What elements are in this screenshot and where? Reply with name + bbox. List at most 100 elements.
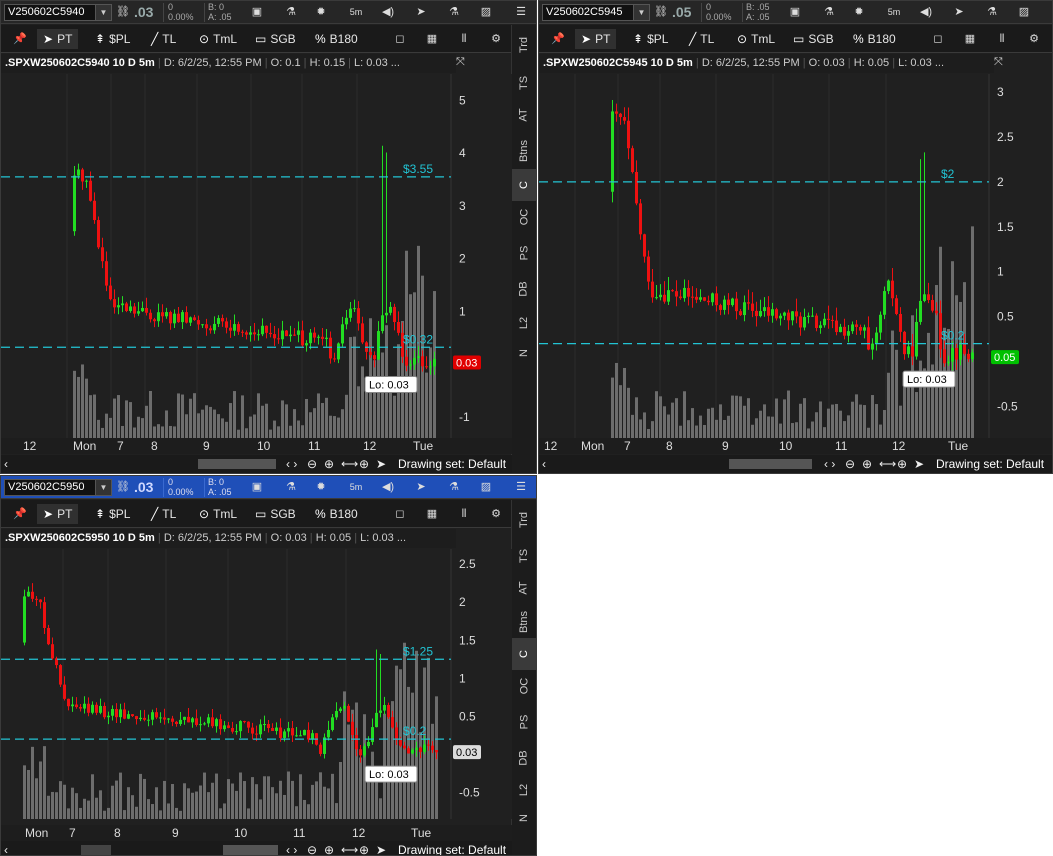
zoom-in-icon[interactable]: ⊕ <box>324 841 334 855</box>
bars-icon[interactable]: ⦀ <box>991 29 1013 49</box>
cursor-mode-icon[interactable]: ➤ <box>914 455 924 473</box>
fit-icon[interactable]: ⟷ <box>341 455 358 473</box>
side-tab-ps[interactable]: PS <box>512 237 536 269</box>
expand-icon[interactable]: ⤧ <box>456 56 465 69</box>
menu-icon[interactable]: ☰ <box>511 479 531 496</box>
trendline-tool[interactable]: ╱ TL <box>151 29 176 49</box>
side-tab-btns[interactable]: Btns <box>512 606 536 638</box>
side-tab-n[interactable]: N <box>512 802 536 834</box>
gear-icon[interactable]: ✹ <box>849 4 869 21</box>
pattern-icon[interactable]: ▨ <box>476 4 496 21</box>
info-more[interactable]: ... <box>935 57 944 69</box>
crosshair-icon[interactable]: ⊕ <box>897 455 907 473</box>
info-more[interactable]: ... <box>397 532 406 544</box>
sound-icon[interactable]: ◀) <box>378 4 398 21</box>
settings-icon[interactable]: ⚙ <box>1023 29 1045 49</box>
scroll-arrows[interactable]: ‹ › <box>286 455 297 473</box>
study-flask-icon[interactable]: ⚗ <box>444 4 464 21</box>
timeframe-button[interactable]: 5m <box>882 4 906 21</box>
menu-icon[interactable]: ☰ <box>511 4 531 21</box>
scroll-left-icon[interactable]: ‹ <box>4 841 8 855</box>
zoom-out-icon[interactable]: ⊖ <box>307 841 317 855</box>
pl-tool[interactable]: ⇞ $PL <box>633 29 668 49</box>
timeframe-button[interactable]: 5m <box>344 479 368 496</box>
sound-icon[interactable]: ◀) <box>378 479 398 496</box>
symbol-field[interactable]: V250602C5950 ▼ <box>4 479 112 496</box>
fit-icon[interactable]: ⟷ <box>341 841 358 855</box>
cursor-icon[interactable]: ➤ <box>411 479 431 496</box>
symbol-dropdown-icon[interactable]: ▼ <box>95 480 111 495</box>
side-tab-btns[interactable]: Btns <box>512 135 536 167</box>
scroll-arrows[interactable]: ‹ › <box>286 841 297 855</box>
scroll-thumb[interactable] <box>729 459 812 469</box>
news-icon[interactable]: ▣ <box>247 4 267 21</box>
side-tab-c[interactable]: C <box>512 169 536 201</box>
news-icon[interactable]: ▣ <box>785 4 805 21</box>
drawing-set[interactable]: Drawing set: Default <box>398 455 506 473</box>
gear-icon[interactable]: ✹ <box>311 4 331 21</box>
side-tab-ps[interactable]: PS <box>512 706 536 738</box>
pointer-tool[interactable]: ➤ PT <box>37 29 79 49</box>
scroll-left-icon[interactable]: ‹ <box>542 455 546 473</box>
link-icon[interactable]: ⛓ <box>116 4 130 21</box>
square-icon[interactable]: ◻ <box>927 29 949 49</box>
drawing-set[interactable]: Drawing set: Default <box>936 455 1044 473</box>
sgb-tool[interactable]: ▭ SGB <box>255 504 296 524</box>
side-tab-c[interactable]: C <box>512 638 536 670</box>
pl-tool[interactable]: ⇞ $PL <box>95 504 130 524</box>
zoom-in-icon[interactable]: ⊕ <box>324 455 334 473</box>
price-chart[interactable]: $1.25 $0.2 2.5 2 1.5 1 0.5 -0.5 0.03 Lo: 0.03 <box>1 549 512 819</box>
symbol-field[interactable]: V250602C5945 ▼ <box>542 4 650 21</box>
study-flask-icon[interactable]: ⚗ <box>444 479 464 496</box>
side-tab-n[interactable]: N <box>512 337 536 369</box>
pointer-tool[interactable]: ➤ PT <box>575 29 617 49</box>
zoom-in-icon[interactable]: ⊕ <box>862 455 872 473</box>
pattern-icon[interactable]: ▨ <box>1014 4 1034 21</box>
b180-tool[interactable]: % B180 <box>315 29 358 49</box>
cursor-icon[interactable]: ➤ <box>949 4 969 21</box>
b180-tool[interactable]: % B180 <box>853 29 896 49</box>
fit-icon[interactable]: ⟷ <box>879 455 896 473</box>
link-icon[interactable]: ⛓ <box>654 4 668 21</box>
study-flask-icon[interactable]: ⚗ <box>982 4 1002 21</box>
expand-icon[interactable]: ⤧ <box>994 56 1003 69</box>
sound-icon[interactable]: ◀) <box>916 4 936 21</box>
timeline-tool[interactable]: ⊙ TmL <box>737 29 775 49</box>
gear-icon[interactable]: ✹ <box>311 479 331 496</box>
info-more[interactable]: ... <box>391 57 400 69</box>
side-tab-l2[interactable]: L2 <box>512 307 536 339</box>
zoom-out-icon[interactable]: ⊖ <box>845 455 855 473</box>
timeframe-button[interactable]: 5m <box>344 4 368 21</box>
side-tab-trd[interactable]: Trd <box>512 29 536 61</box>
sgb-tool[interactable]: ▭ SGB <box>793 29 834 49</box>
side-tab-at[interactable]: AT <box>512 99 536 131</box>
scroll-arrows[interactable]: ‹ › <box>824 455 835 473</box>
drawing-set[interactable]: Drawing set: Default <box>398 841 506 855</box>
side-tab-oc[interactable]: OC <box>512 201 536 233</box>
flask-icon[interactable]: ⚗ <box>281 479 301 496</box>
price-chart[interactable]: $2 $0.2 3 2.5 2 1.5 1 0.5 -0.5 0.05 Lo: 0.03 <box>539 74 1052 438</box>
settings-icon[interactable]: ⚙ <box>485 29 507 49</box>
news-icon[interactable]: ▣ <box>247 479 267 496</box>
scroll-thumb[interactable] <box>198 459 276 469</box>
cursor-mode-icon[interactable]: ➤ <box>376 455 386 473</box>
bars-icon[interactable]: ⦀ <box>453 504 475 524</box>
scroll-left-icon[interactable]: ‹ <box>4 455 8 473</box>
bars-icon[interactable]: ⦀ <box>453 29 475 49</box>
symbol-dropdown-icon[interactable]: ▼ <box>633 5 649 20</box>
timeline-tool[interactable]: ⊙ TmL <box>199 29 237 49</box>
symbol-field[interactable]: V250602C5940 ▼ <box>4 4 112 21</box>
side-tab-db[interactable]: DB <box>512 273 536 305</box>
square-icon[interactable]: ◻ <box>389 504 411 524</box>
cursor-mode-icon[interactable]: ➤ <box>376 841 386 855</box>
price-chart[interactable]: $3.55 $0.32 5 4 3 2 1 -1 0.03 Lo: 0.03 <box>1 74 512 438</box>
symbol-dropdown-icon[interactable]: ▼ <box>95 5 111 20</box>
grid-icon[interactable]: ▦ <box>421 29 443 49</box>
side-tab-oc[interactable]: OC <box>512 670 536 702</box>
crosshair-icon[interactable]: ⊕ <box>359 841 369 855</box>
trendline-tool[interactable]: ╱ TL <box>151 504 176 524</box>
side-tab-trd[interactable]: Trd <box>512 504 536 536</box>
b180-tool[interactable]: % B180 <box>315 504 358 524</box>
pointer-tool[interactable]: ➤ PT <box>37 504 79 524</box>
sgb-tool[interactable]: ▭ SGB <box>255 29 296 49</box>
